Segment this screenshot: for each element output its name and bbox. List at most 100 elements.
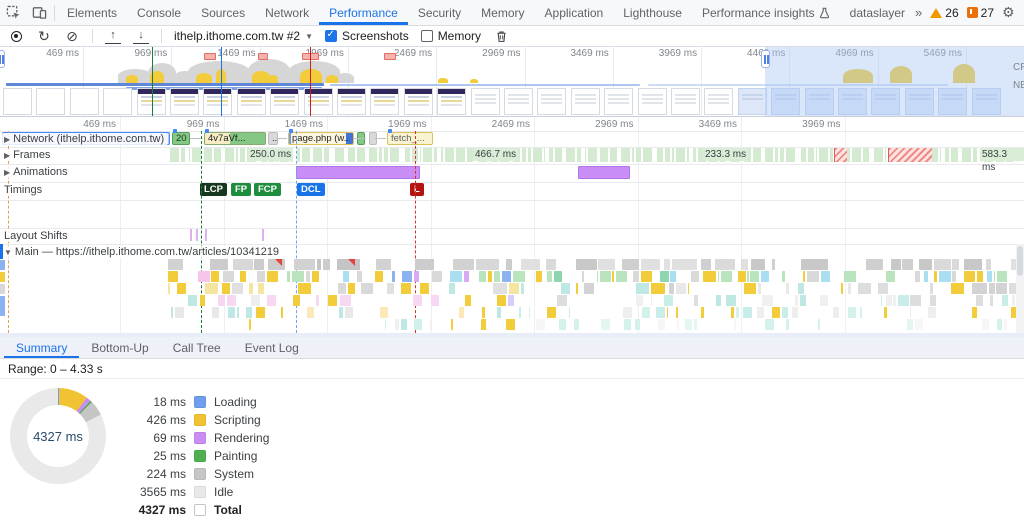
track-label-animations[interactable]: ▶ Animations [2, 166, 72, 178]
scrollbar-thumb[interactable] [1017, 246, 1023, 276]
selection-handle-right[interactable] [761, 50, 770, 68]
flame-segment[interactable] [799, 295, 806, 306]
flame-segment[interactable] [545, 259, 556, 270]
flame-segment[interactable] [741, 259, 749, 270]
flame-segment[interactable] [557, 295, 567, 306]
flame-segment[interactable] [340, 295, 352, 306]
flame-segment[interactable] [465, 295, 471, 306]
flame-segment[interactable] [317, 259, 322, 270]
flame-segment[interactable] [848, 307, 857, 318]
flame-segment[interactable] [918, 259, 933, 270]
flame-segment[interactable] [659, 271, 669, 282]
profile-history-select[interactable]: ithelp.ithome.com.tw #2 ▼ [174, 29, 313, 43]
flame-segment[interactable] [700, 307, 704, 318]
flame-segment[interactable] [612, 271, 614, 282]
flame-segment[interactable] [478, 271, 487, 282]
tab-lighthouse[interactable]: Lighthouse [613, 0, 692, 25]
flame-segment[interactable] [964, 271, 976, 282]
flame-segment[interactable] [963, 259, 982, 270]
filmstrip-screenshot[interactable] [704, 88, 734, 115]
flame-segment[interactable] [419, 283, 429, 294]
flame-segment[interactable] [751, 259, 765, 270]
flame-segment[interactable] [221, 283, 230, 294]
flame-segment[interactable] [676, 307, 679, 318]
flame-segment[interactable] [632, 271, 639, 282]
flame-segment[interactable] [934, 271, 937, 282]
flame-segment[interactable] [204, 283, 218, 294]
flame-segment[interactable] [508, 283, 520, 294]
flame-segment[interactable] [989, 295, 993, 306]
filmstrip-screenshot[interactable] [69, 88, 99, 115]
network-request-chip[interactable]: fetch_... [387, 132, 433, 145]
flame-segment[interactable] [218, 295, 225, 306]
track-label-main[interactable]: ▼ Main — https://ithelp.ithome.com.tw/art… [2, 246, 284, 258]
flame-segment[interactable] [198, 271, 210, 282]
flame-segment[interactable] [736, 307, 740, 318]
flame-segment[interactable] [170, 307, 174, 318]
layout-shift-tick[interactable] [190, 229, 192, 241]
device-toolbar-icon[interactable] [26, 0, 52, 25]
inspect-element-icon[interactable] [0, 0, 26, 25]
flame-segment[interactable] [559, 319, 566, 330]
flame-segment[interactable] [518, 307, 522, 318]
flame-segment[interactable] [248, 319, 252, 330]
flame-segment[interactable] [546, 307, 556, 318]
screenshots-checkbox[interactable]: Screenshots [324, 29, 409, 43]
flame-segment[interactable] [700, 259, 711, 270]
flame-segment[interactable] [291, 271, 305, 282]
reload-and-record-button[interactable]: ↻ [36, 28, 52, 44]
details-tab-event-log[interactable]: Event Log [233, 337, 311, 358]
flame-segment[interactable] [487, 271, 493, 282]
flame-segment[interactable] [429, 319, 432, 330]
flame-segment[interactable] [982, 319, 989, 330]
flame-segment[interactable] [481, 319, 487, 330]
flame-segment[interactable] [211, 271, 219, 282]
layout-shift-tick[interactable] [205, 229, 207, 241]
flame-segment[interactable] [520, 283, 525, 294]
filmstrip-screenshot[interactable] [504, 88, 533, 115]
flame-segment[interactable] [657, 319, 666, 330]
tab-sources[interactable]: Sources [191, 0, 255, 25]
flame-segment[interactable] [819, 295, 829, 306]
flame-segment[interactable] [536, 271, 542, 282]
flame-segment[interactable] [914, 319, 923, 330]
flame-segment[interactable] [573, 319, 580, 330]
flame-segment[interactable] [685, 319, 693, 330]
flame-segment[interactable] [885, 295, 892, 306]
flame-segment[interactable] [938, 271, 951, 282]
flame-segment[interactable] [806, 271, 820, 282]
flame-segment[interactable] [865, 259, 884, 270]
flame-segment[interactable] [361, 283, 373, 294]
flame-segment[interactable] [666, 307, 669, 318]
flame-segment[interactable] [762, 295, 773, 306]
flame-segment[interactable] [506, 319, 515, 330]
flame-segment[interactable] [375, 259, 392, 270]
flame-segment[interactable] [323, 259, 330, 270]
flame-segment[interactable] [801, 259, 829, 270]
timing-marker-fcp[interactable]: FCP [254, 183, 281, 196]
flame-segment[interactable] [458, 307, 465, 318]
flame-segment[interactable] [236, 307, 239, 318]
flame-segment[interactable] [245, 307, 252, 318]
flame-segment[interactable] [222, 271, 235, 282]
details-tab-call-tree[interactable]: Call Tree [161, 337, 233, 358]
disclosure-triangle-icon[interactable]: ▶ [4, 168, 10, 177]
flame-segment[interactable] [782, 271, 786, 282]
flame-segment[interactable] [547, 271, 553, 282]
flame-segment[interactable] [400, 319, 408, 330]
flame-segment[interactable] [951, 283, 965, 294]
flame-segment[interactable] [641, 259, 660, 270]
filmstrip-screenshot[interactable] [570, 88, 600, 115]
flame-segment[interactable] [226, 295, 236, 306]
flame-segment[interactable] [356, 271, 363, 282]
flame-segment[interactable] [342, 271, 349, 282]
flame-segment[interactable] [339, 307, 343, 318]
tab-memory[interactable]: Memory [471, 0, 534, 25]
timeline-overview[interactable]: 469 ms 969 ms 1469 ms 1969 ms 2469 ms 2969 ms… [0, 47, 1024, 117]
flame-segment[interactable] [743, 307, 752, 318]
flame-segment[interactable] [669, 283, 674, 294]
flame-segment[interactable] [988, 283, 995, 294]
flame-segment[interactable] [976, 295, 983, 306]
flame-segment[interactable] [694, 319, 698, 330]
network-request-chip[interactable]: 20 [172, 132, 190, 145]
